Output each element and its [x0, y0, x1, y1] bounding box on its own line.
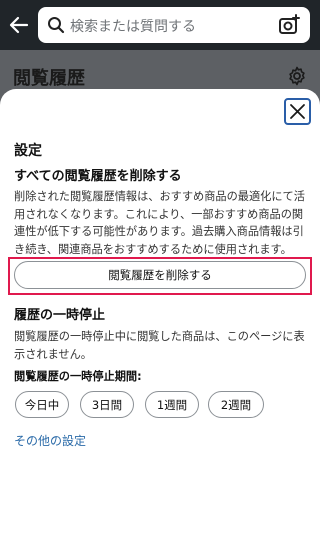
pause-history-title: 履歴の一時停止 — [14, 308, 106, 323]
other-settings-link[interactable]: その他の設定 — [14, 432, 86, 449]
arrow-left-icon — [9, 16, 29, 34]
pause-option-1-week[interactable]: 1週間 — [145, 391, 199, 418]
close-icon — [290, 104, 305, 119]
pause-period-label: 閲覧履歴の一時停止期間: — [14, 370, 142, 383]
top-bar: 検索または質問する — [0, 0, 320, 50]
settings-sheet: 設定 すべての閲覧履歴を削除する 削除された閲覧履歴情報は、おすすめ商品の最適化… — [0, 89, 320, 552]
close-button[interactable] — [284, 98, 311, 125]
gear-icon[interactable] — [287, 66, 307, 86]
search-placeholder: 検索または質問する — [70, 19, 196, 35]
delete-all-history-description: 削除された閲覧履歴情報は、おすすめ商品の最適化にて活用されなくなります。これによ… — [14, 190, 305, 256]
pause-option-2-weeks[interactable]: 2週間 — [208, 391, 264, 418]
settings-heading: 設定 — [14, 143, 42, 159]
back-button[interactable] — [7, 13, 31, 37]
page-title: 閲覧履歴 — [13, 68, 85, 89]
pause-option-3-days[interactable]: 3日間 — [80, 391, 134, 418]
camera-search-icon[interactable] — [278, 14, 300, 36]
pause-history-description: 閲覧履歴の一時停止中に閲覧した商品は、このページに表示されません。 — [14, 330, 305, 361]
delete-history-button[interactable]: 閲覧履歴を削除する — [14, 261, 306, 289]
delete-all-history-title: すべての閲覧履歴を削除する — [14, 169, 182, 184]
pause-option-today[interactable]: 今日中 — [15, 391, 69, 418]
search-icon — [47, 16, 65, 34]
search-input[interactable]: 検索または質問する — [38, 7, 310, 43]
